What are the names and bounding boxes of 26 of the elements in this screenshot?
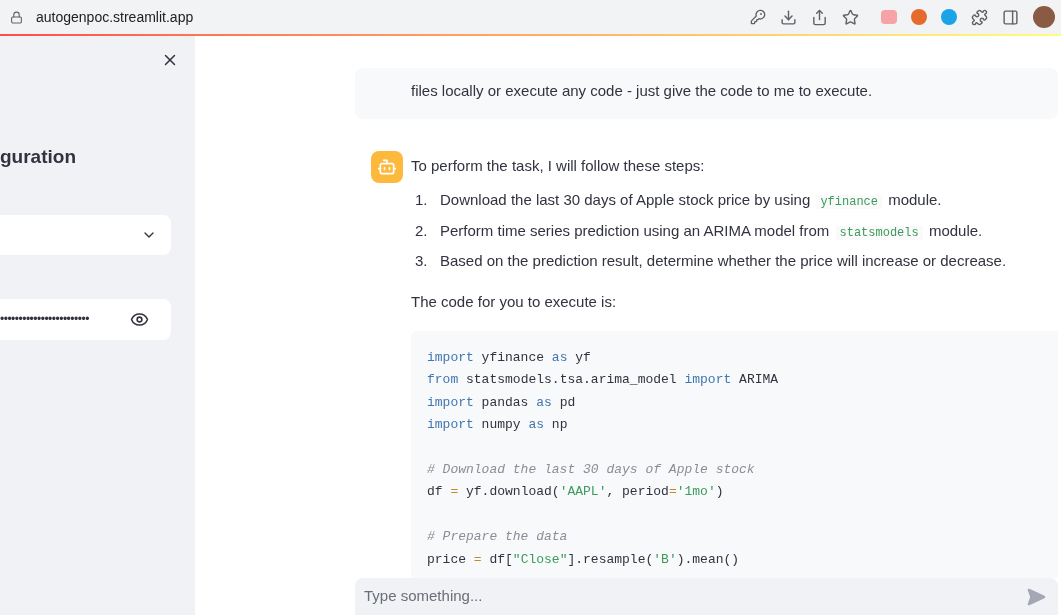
lock-icon: [10, 10, 23, 24]
list-number: 2.: [414, 220, 429, 241]
chat-input-field[interactable]: Type something...: [355, 578, 1058, 615]
message-text: files locally or execute any code - just give the code to me to execute.: [411, 81, 874, 101]
list-number: 1.: [414, 190, 429, 210]
password-text: ••••••••••••••••••••••••: [0, 311, 90, 328]
profile-avatar-icon[interactable]: [1033, 6, 1055, 28]
puzzle-icon[interactable]: [971, 8, 988, 26]
share-icon[interactable]: [811, 8, 828, 26]
list-item-text: Download the last 30 days of Apple stock price by using yfinance module.: [440, 190, 942, 211]
list-number: 3.: [414, 251, 429, 271]
bot-avatar-icon: [371, 150, 403, 183]
select-field[interactable]: [0, 214, 171, 255]
download-icon[interactable]: [780, 8, 797, 26]
code-block: import yfinance as yf from statsmodels.tsa.arima_model import ARIMA import pandas as pd import numpy as np # Download the last 30 days of Apple stock df = yf.download('AAPL', period='1mo') # Prepare the data price = df["Close"].resample('B').mean(): [411, 331, 1058, 578]
list-item-text: Perform time series prediction using an ARIMA model from statsmodels module.: [440, 220, 983, 242]
sidebar-heading: guration: [0, 145, 77, 169]
side-panel-icon[interactable]: [1002, 8, 1019, 26]
star-icon[interactable]: [842, 8, 859, 26]
key-icon[interactable]: [750, 9, 766, 25]
password-field[interactable]: ••••••••••••••••••••••••: [0, 298, 171, 340]
address-bar[interactable]: autogenpoc.streamlit.app: [36, 6, 194, 28]
message-text: The code for you to execute is:: [411, 291, 618, 312]
chat-input[interactable]: Type something...: [364, 585, 1026, 608]
message-text: To perform the task, I will follow these steps:: [411, 155, 706, 176]
list-item-text: Based on the prediction result, determine whether the price will increase or decrease.: [440, 251, 1007, 271]
